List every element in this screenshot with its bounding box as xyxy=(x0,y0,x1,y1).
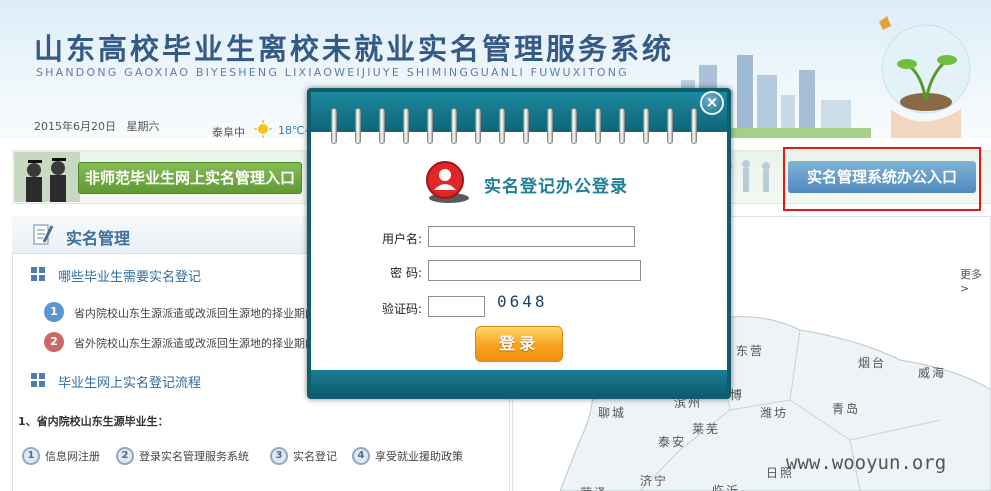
city-label[interactable]: 威海 xyxy=(918,364,946,381)
weather-city: 泰阜中 xyxy=(212,126,245,139)
city-label[interactable]: 博 xyxy=(730,386,744,403)
binder-ring xyxy=(427,108,433,144)
password-input[interactable] xyxy=(428,260,641,281)
graduates-photo xyxy=(14,152,80,202)
highlight-box xyxy=(783,147,981,211)
binder-ring xyxy=(619,108,625,144)
binder-ring xyxy=(475,108,481,144)
binder-ring xyxy=(451,108,457,144)
sun-icon xyxy=(254,120,272,138)
binder-ring xyxy=(499,108,505,144)
city-label[interactable]: 潍坊 xyxy=(760,404,788,421)
section-flow-title[interactable]: 毕业生网上实名登记流程 xyxy=(58,372,201,391)
binder-ring xyxy=(331,108,337,144)
binder-ring xyxy=(595,108,601,144)
document-pencil-icon xyxy=(33,224,54,245)
city-label[interactable]: 青岛 xyxy=(832,400,860,417)
site-subtitle: SHANDONG GAOXIAO BIYESHENG LIXIAOWEIJIUY… xyxy=(36,66,629,79)
city-label[interactable]: 济宁 xyxy=(640,472,668,489)
step-number: 2 xyxy=(116,447,134,465)
step-1: 1 信息网注册 xyxy=(22,446,100,466)
user-avatar-icon xyxy=(426,161,469,203)
weekday-label: 星期六 xyxy=(126,120,160,133)
binder-ring xyxy=(547,108,553,144)
step-2: 2 登录实名管理服务系统 xyxy=(116,446,249,466)
item-number-1: 1 xyxy=(44,302,64,322)
step-number: 4 xyxy=(352,447,370,465)
captcha-label: 验证码: xyxy=(381,302,422,316)
city-label[interactable]: 聊城 xyxy=(598,404,626,421)
binder-ring xyxy=(523,108,529,144)
username-input[interactable] xyxy=(428,226,635,247)
step-label: 信息网注册 xyxy=(45,450,100,463)
city-label[interactable]: 东营 xyxy=(736,342,764,359)
date-label: 2015年6月20日 xyxy=(34,120,116,133)
item-number-2: 2 xyxy=(44,332,64,352)
binder-ring xyxy=(571,108,577,144)
step-3: 3 实名登记 xyxy=(270,446,337,466)
close-icon[interactable]: × xyxy=(700,91,724,115)
site-title: 山东高校毕业生离校未就业实名管理服务系统 xyxy=(34,32,675,66)
step-label: 实名登记 xyxy=(293,450,337,463)
hands-sprout-graphic xyxy=(879,16,971,138)
city-label[interactable]: 菏泽 xyxy=(580,484,608,491)
binder-ring xyxy=(355,108,361,144)
modal-footer-band xyxy=(311,370,727,396)
grid-icon xyxy=(31,373,45,387)
step-number: 3 xyxy=(270,447,288,465)
panel-title: 实名管理 xyxy=(66,229,131,248)
step-4: 4 享受就业援助政策 xyxy=(352,446,463,466)
login-button[interactable]: 登录 xyxy=(475,326,563,362)
item-text-1[interactable]: 省内院校山东生源派遣或改派回生源地的择业期内毕业生 xyxy=(74,305,308,321)
binder-ring xyxy=(667,108,673,144)
captcha-input[interactable] xyxy=(428,296,485,317)
step-number: 1 xyxy=(22,447,40,465)
modal-header-band xyxy=(311,92,727,132)
binder-ring xyxy=(379,108,385,144)
binder-ring xyxy=(643,108,649,144)
more-link[interactable]: 更多> xyxy=(960,266,991,295)
item-text-2[interactable]: 省外院校山东生源派遣或改派回生源地的择业期内毕业生 xyxy=(74,335,308,351)
binder-ring xyxy=(691,108,697,144)
city-label[interactable]: 泰安 xyxy=(658,433,686,450)
grid-icon xyxy=(31,267,45,281)
province-label: 1、省内院校山东生源毕业生： xyxy=(18,415,169,428)
city-label[interactable]: 烟台 xyxy=(858,354,886,371)
step-label: 登录实名管理服务系统 xyxy=(139,450,249,463)
section-who-title[interactable]: 哪些毕业生需要实名登记 xyxy=(58,266,201,285)
date-display: 2015年6月20日 星期六 xyxy=(34,118,160,134)
login-heading: 实名登记办公登录 xyxy=(484,177,628,197)
non-normal-graduate-entry-button[interactable]: 非师范毕业生网上实名管理入口 xyxy=(78,162,302,194)
username-label: 用户名: xyxy=(381,232,422,246)
city-label[interactable]: 临沂 xyxy=(712,482,740,491)
step-label: 享受就业援助政策 xyxy=(375,450,463,463)
watermark-text: www.wooyun.org xyxy=(786,452,947,474)
password-label: 密 码: xyxy=(390,266,422,280)
city-label[interactable]: 莱芜 xyxy=(692,420,720,437)
captcha-image[interactable]: 0648 xyxy=(497,292,548,311)
binder-ring xyxy=(403,108,409,144)
